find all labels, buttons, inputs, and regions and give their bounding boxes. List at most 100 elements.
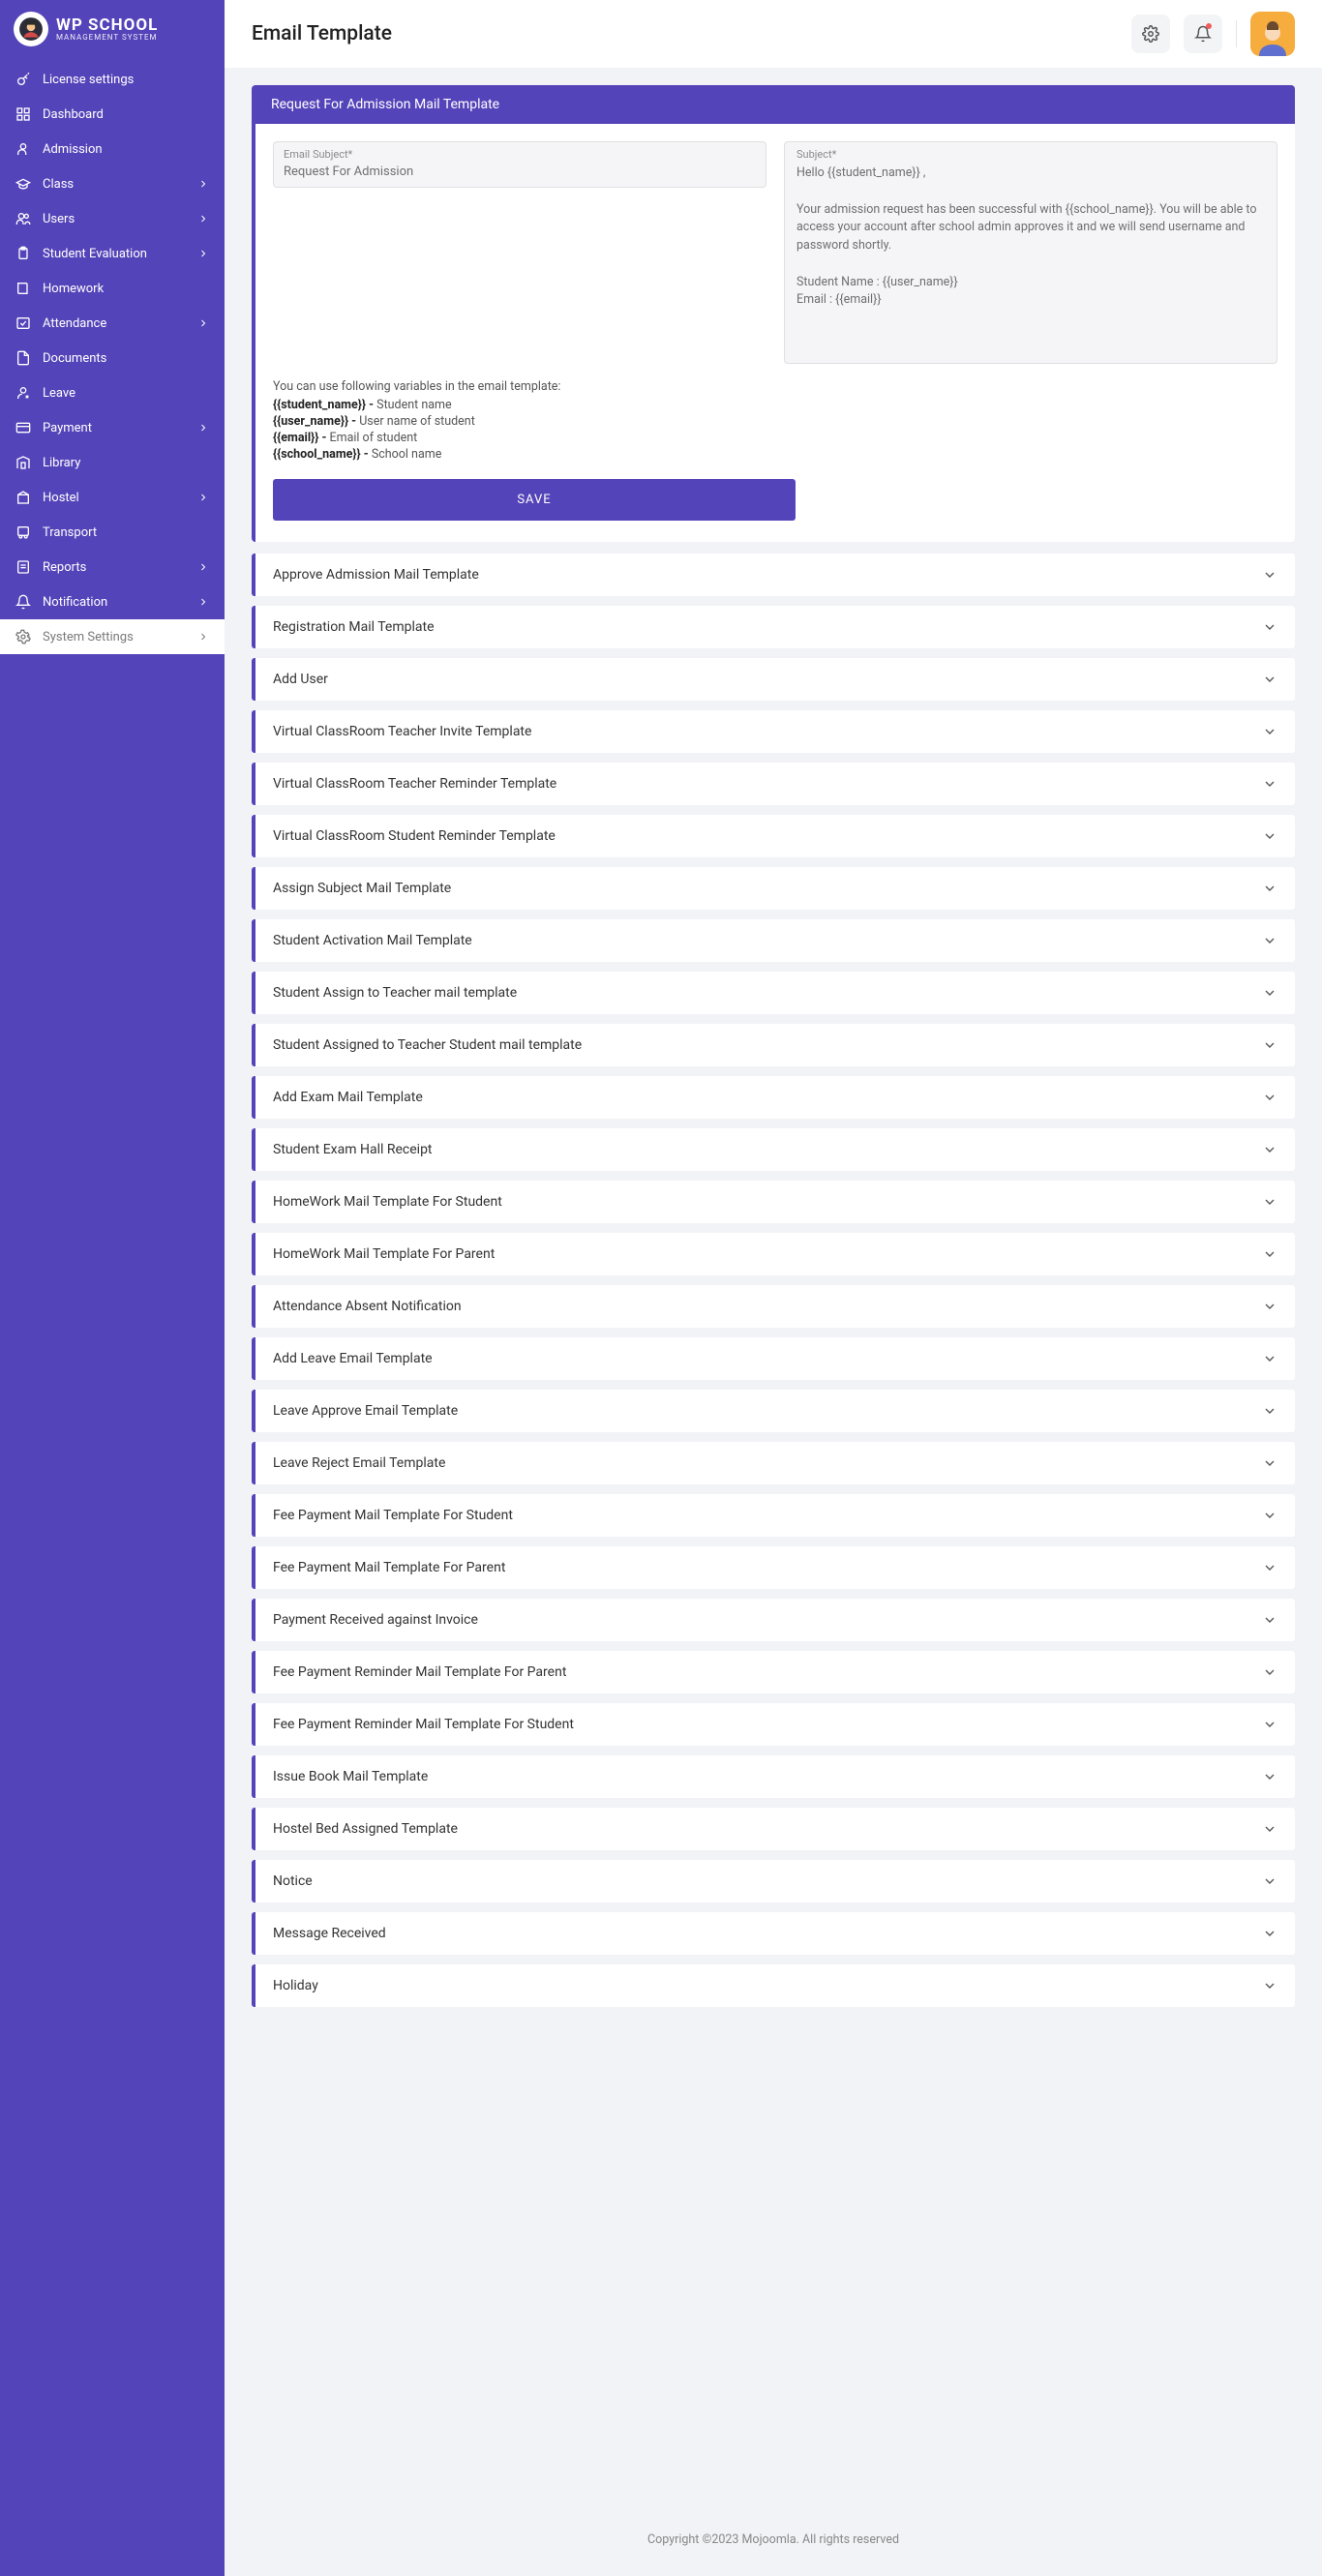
accordion-item[interactable]: Assign Subject Mail Template <box>252 867 1295 910</box>
sidebar-item-homework[interactable]: Homework <box>0 271 225 306</box>
accordion-title: Approve Admission Mail Template <box>273 567 479 583</box>
sidebar-item-student-evaluation[interactable]: Student Evaluation <box>0 236 225 271</box>
accordion-title: Virtual ClassRoom Student Reminder Templ… <box>273 828 556 844</box>
accordion-item[interactable]: Issue Book Mail Template <box>252 1755 1295 1798</box>
sidebar-item-dashboard[interactable]: Dashboard <box>0 97 225 132</box>
sidebar-item-payment[interactable]: Payment <box>0 410 225 445</box>
sidebar-item-leave[interactable]: Leave <box>0 375 225 410</box>
sidebar-item-label: License settings <box>43 73 134 87</box>
settings-button[interactable] <box>1131 15 1170 53</box>
accordion-title: Student Assign to Teacher mail template <box>273 985 517 1001</box>
chevron-right-icon <box>197 631 209 643</box>
user-icon <box>15 141 31 157</box>
sidebar-item-license-settings[interactable]: License settings <box>0 62 225 97</box>
sidebar-item-label: Attendance <box>43 316 106 331</box>
accordion-item[interactable]: Leave Reject Email Template <box>252 1442 1295 1484</box>
accordion-item[interactable]: Payment Received against Invoice <box>252 1599 1295 1641</box>
sidebar-item-users[interactable]: Users <box>0 201 225 236</box>
accordion-item[interactable]: Attendance Absent Notification <box>252 1285 1295 1328</box>
accordion-item[interactable]: HomeWork Mail Template For Parent <box>252 1233 1295 1275</box>
accordion-item[interactable]: Add User <box>252 658 1295 701</box>
accordion-item[interactable]: Student Exam Hall Receipt <box>252 1128 1295 1171</box>
accordion-item[interactable]: Holiday <box>252 1964 1295 2007</box>
topbar-divider <box>1236 20 1237 47</box>
sidebar-item-library[interactable]: Library <box>0 445 225 480</box>
accordion-item[interactable]: HomeWork Mail Template For Student <box>252 1181 1295 1223</box>
accordion-item[interactable]: Add Exam Mail Template <box>252 1076 1295 1119</box>
sidebar-item-hostel[interactable]: Hostel <box>0 480 225 515</box>
template-panel: Request For Admission Mail Template Emai… <box>252 85 1295 542</box>
accordion-title: Fee Payment Mail Template For Parent <box>273 1560 505 1575</box>
sidebar-item-notification[interactable]: Notification <box>0 584 225 619</box>
library-icon <box>15 455 31 470</box>
sidebar-item-documents[interactable]: Documents <box>0 341 225 375</box>
accordion-title: Add Exam Mail Template <box>273 1090 423 1105</box>
accordion-item[interactable]: Virtual ClassRoom Student Reminder Templ… <box>252 815 1295 857</box>
email-subject-input[interactable] <box>284 163 756 179</box>
accordion-item[interactable]: Fee Payment Reminder Mail Template For P… <box>252 1651 1295 1693</box>
accordion-title: Leave Approve Email Template <box>273 1403 458 1419</box>
sidebar-item-label: Class <box>43 177 74 192</box>
chevron-down-icon <box>1262 724 1277 739</box>
variable-help-intro: You can use following variables in the e… <box>273 379 1277 394</box>
sidebar-item-transport[interactable]: Transport <box>0 515 225 550</box>
sidebar-item-label: Reports <box>43 560 86 575</box>
user-avatar[interactable] <box>1250 12 1295 56</box>
accordion-title: Leave Reject Email Template <box>273 1455 445 1471</box>
main: Email Template Request For Admission Mai… <box>225 0 1322 2576</box>
email-body-field[interactable]: Subject* Hello {{student_name}} , Your a… <box>784 141 1277 364</box>
accordion-item[interactable]: Virtual ClassRoom Teacher Invite Templat… <box>252 710 1295 753</box>
gear-icon <box>15 629 31 644</box>
accordion-item[interactable]: Virtual ClassRoom Teacher Reminder Templ… <box>252 763 1295 805</box>
accordion-item[interactable]: Registration Mail Template <box>252 606 1295 648</box>
chevron-down-icon <box>1262 933 1277 948</box>
sidebar-item-class[interactable]: Class <box>0 166 225 201</box>
variable-row: {{user_name}} - User name of student <box>273 414 1277 429</box>
save-button[interactable]: SAVE <box>273 479 796 521</box>
bell-icon <box>15 594 31 610</box>
accordion-title: Hostel Bed Assigned Template <box>273 1821 458 1837</box>
hostel-icon <box>15 490 31 505</box>
chevron-down-icon <box>1262 619 1277 635</box>
chevron-down-icon <box>1262 776 1277 792</box>
sidebar-item-system-settings[interactable]: System Settings <box>0 619 225 654</box>
accordion-title: Add Leave Email Template <box>273 1351 433 1366</box>
brand-logo[interactable]: WP SCHOOL MANAGEMENT SYSTEM <box>0 0 225 58</box>
accordion-item[interactable]: Approve Admission Mail Template <box>252 554 1295 596</box>
clipboard-icon <box>15 246 31 261</box>
accordion-title: Student Activation Mail Template <box>273 933 472 948</box>
accordion-item[interactable]: Hostel Bed Assigned Template <box>252 1808 1295 1850</box>
accordion-title: Holiday <box>273 1978 318 1993</box>
accordion-item[interactable]: Fee Payment Mail Template For Parent <box>252 1546 1295 1589</box>
accordion-item[interactable]: Leave Approve Email Template <box>252 1390 1295 1432</box>
accordion-title: Student Assigned to Teacher Student mail… <box>273 1037 582 1053</box>
chevron-down-icon <box>1262 1560 1277 1575</box>
accordion-item[interactable]: Fee Payment Mail Template For Student <box>252 1494 1295 1537</box>
accordion-item[interactable]: Student Assigned to Teacher Student mail… <box>252 1024 1295 1066</box>
accordion-item[interactable]: Notice <box>252 1860 1295 1902</box>
notifications-button[interactable] <box>1184 15 1222 53</box>
accordion-title: HomeWork Mail Template For Student <box>273 1194 502 1210</box>
sidebar-item-label: Student Evaluation <box>43 247 147 261</box>
sidebar-item-label: Documents <box>43 351 106 366</box>
accordion-item[interactable]: Message Received <box>252 1912 1295 1955</box>
card-icon <box>15 420 31 435</box>
sidebar-item-label: Admission <box>43 142 103 157</box>
sidebar-item-attendance[interactable]: Attendance <box>0 306 225 341</box>
email-subject-field[interactable]: Email Subject* <box>273 141 766 188</box>
check-icon <box>15 315 31 331</box>
email-body-label: Subject* <box>796 148 1265 161</box>
accordion-title: Registration Mail Template <box>273 619 435 635</box>
accordion-item[interactable]: Fee Payment Reminder Mail Template For S… <box>252 1703 1295 1746</box>
sidebar-item-label: Transport <box>43 525 97 540</box>
brand-text: WP SCHOOL MANAGEMENT SYSTEM <box>56 17 158 42</box>
chevron-down-icon <box>1262 1194 1277 1210</box>
variable-row: {{email}} - Email of student <box>273 431 1277 445</box>
accordion-item[interactable]: Add Leave Email Template <box>252 1337 1295 1380</box>
accordion-item[interactable]: Student Activation Mail Template <box>252 919 1295 962</box>
email-body-text: Hello {{student_name}} , Your admission … <box>796 165 1265 310</box>
sidebar-item-reports[interactable]: Reports <box>0 550 225 584</box>
sidebar-item-admission[interactable]: Admission <box>0 132 225 166</box>
accordion-item[interactable]: Student Assign to Teacher mail template <box>252 972 1295 1014</box>
chevron-right-icon <box>197 561 209 573</box>
